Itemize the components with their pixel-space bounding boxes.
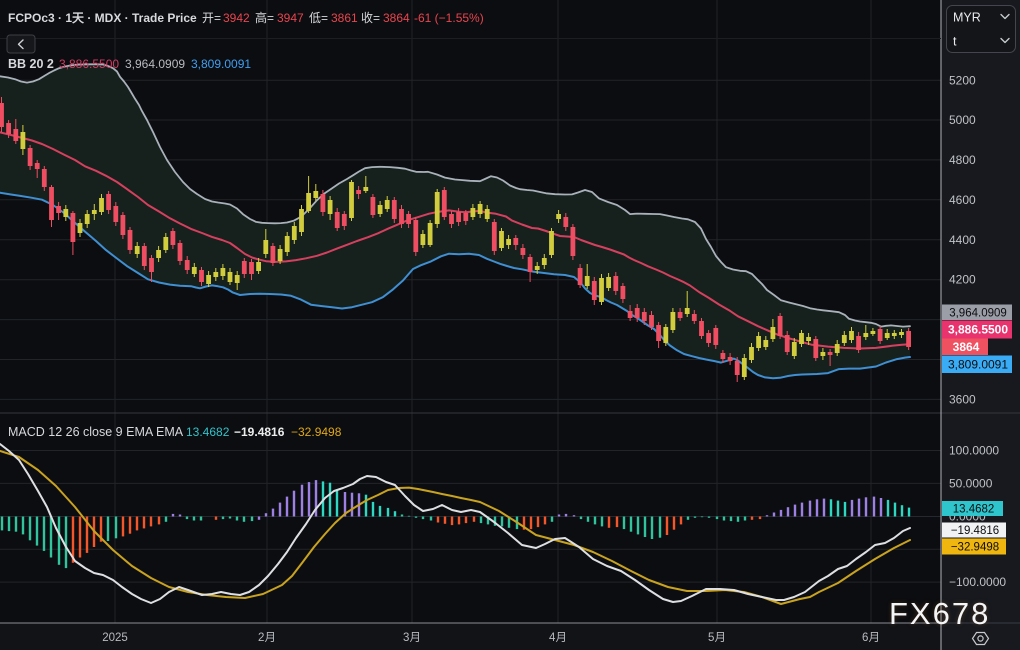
svg-text:3,886.5500: 3,886.5500 [948,323,1008,337]
svg-text:−32.9498: −32.9498 [951,542,999,554]
svg-text:低=: 低= [309,11,328,25]
svg-text:2月: 2月 [258,632,276,644]
svg-text:3,809.0091: 3,809.0091 [948,357,1008,371]
svg-text:4600: 4600 [949,193,976,207]
svg-text:高=: 高= [255,10,274,25]
svg-text:3,964.0909: 3,964.0909 [949,307,1007,319]
svg-text:13.4682: 13.4682 [186,425,230,439]
svg-text:5月: 5月 [708,632,726,644]
svg-text:MYR: MYR [953,11,981,25]
svg-text:3864: 3864 [953,340,980,354]
svg-text:13.4682: 13.4682 [953,504,995,516]
svg-text:3861: 3861 [331,11,358,25]
svg-text:t: t [953,35,957,49]
svg-text:FX678: FX678 [889,596,990,631]
svg-text:FCPOc3 · 1天 · MDX · Trade Pric: FCPOc3 · 1天 · MDX · Trade Price [8,11,197,25]
svg-text:-61 (−1.55%): -61 (−1.55%) [414,11,484,25]
svg-text:3,886.5500: 3,886.5500 [59,57,119,71]
svg-text:100.0000: 100.0000 [949,444,999,458]
svg-text:BB 20 2: BB 20 2 [8,57,54,71]
svg-text:6月: 6月 [862,632,880,644]
svg-text:4月: 4月 [549,632,567,644]
svg-text:MACD 12 26 close 9 EMA EMA: MACD 12 26 close 9 EMA EMA [8,425,184,439]
svg-text:−19.4816: −19.4816 [234,425,285,439]
svg-text:−19.4816: −19.4816 [951,525,999,537]
svg-text:4400: 4400 [949,233,976,247]
svg-text:开=: 开= [202,11,221,25]
svg-text:3,809.0091: 3,809.0091 [191,57,251,71]
svg-text:3,964.0909: 3,964.0909 [125,57,185,71]
svg-text:5200: 5200 [949,73,976,87]
svg-text:−32.9498: −32.9498 [291,425,342,439]
svg-text:3947: 3947 [277,11,304,25]
svg-text:3月: 3月 [403,632,421,644]
svg-text:3942: 3942 [223,11,250,25]
svg-text:2025: 2025 [102,632,128,644]
svg-text:4800: 4800 [949,153,976,167]
svg-text:−100.0000: −100.0000 [949,575,1006,589]
svg-text:3864: 3864 [383,11,410,25]
svg-text:50.0000: 50.0000 [949,476,993,490]
svg-text:5000: 5000 [949,113,976,127]
svg-text:3600: 3600 [949,392,976,406]
svg-text:4200: 4200 [949,273,976,287]
svg-text:收=: 收= [361,11,380,25]
